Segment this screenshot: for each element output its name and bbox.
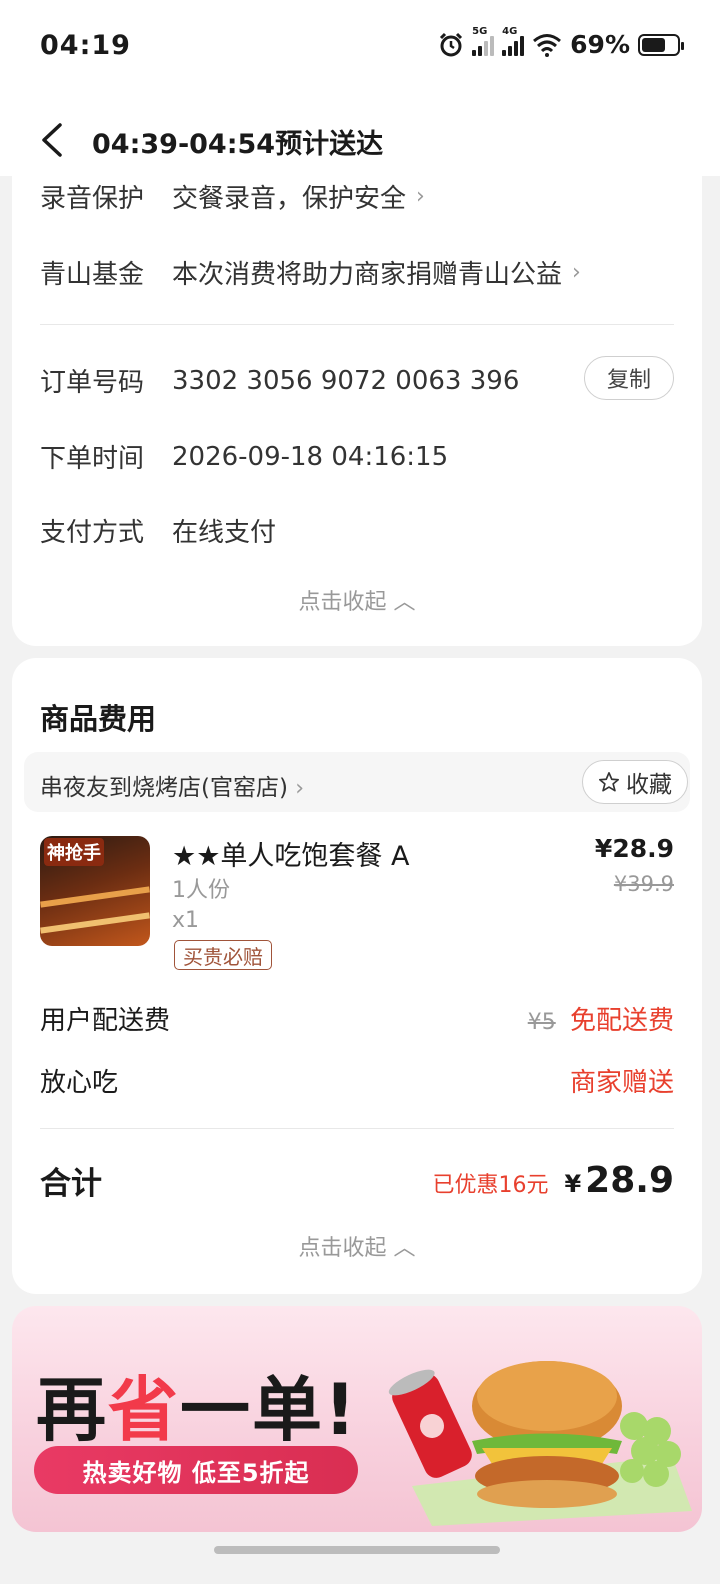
total-row: 合计 已优惠16元 ¥28.9 bbox=[40, 1158, 674, 1203]
order-number-value: 3302 3056 9072 0063 396 bbox=[172, 365, 520, 396]
headline-highlight: 省 bbox=[108, 1369, 180, 1451]
order-time-value: 2026-09-18 04:16:15 bbox=[172, 441, 449, 472]
order-row-key: 订单号码 bbox=[40, 368, 145, 398]
item-quantity: x1 bbox=[172, 908, 200, 933]
shop-name-link[interactable]: 串夜友到烧烤店(官窑店) › bbox=[40, 768, 304, 802]
safe-eat-row: 放心吃 商家赠送 bbox=[40, 1062, 674, 1099]
order-row-value: 本次消费将助力商家捐赠青山公益 bbox=[172, 260, 563, 290]
item-price-original: ¥39.9 bbox=[613, 872, 674, 896]
burger-illustration bbox=[388, 1361, 692, 1526]
payment-method-value: 在线支付 bbox=[172, 518, 277, 548]
headline-part: 一单! bbox=[180, 1369, 358, 1451]
order-row-recording[interactable]: 录音保护 交餐录音，保护安全 › bbox=[40, 178, 674, 215]
divider bbox=[40, 324, 674, 325]
fee-original: ¥5 bbox=[527, 1010, 556, 1035]
fee-label: 用户配送费 bbox=[40, 1006, 171, 1036]
fee-value: 免配送费 bbox=[569, 1006, 674, 1036]
status-icons: 5G 4G 69% bbox=[438, 26, 684, 59]
collapse-label: 点击收起 bbox=[298, 1236, 387, 1261]
order-row-key: 录音保护 bbox=[40, 184, 145, 214]
banner-headline: 再省一单! bbox=[36, 1354, 358, 1455]
chevron-right-icon: › bbox=[572, 260, 581, 285]
order-row-key: 青山基金 bbox=[40, 260, 145, 290]
chevron-up-icon: ︿ bbox=[393, 590, 416, 615]
item-thumbnail[interactable]: 神抢手 bbox=[40, 836, 150, 946]
order-row-key: 下单时间 bbox=[40, 444, 145, 474]
order-row-key: 支付方式 bbox=[40, 518, 145, 548]
order-row-number: 订单号码 3302 3056 9072 0063 396 bbox=[40, 362, 674, 399]
home-indicator[interactable] bbox=[214, 1546, 500, 1554]
shop-bar: 串夜友到烧烤店(官窑店) › 收藏 bbox=[24, 752, 690, 812]
page-title: 04:39-04:54预计送达 bbox=[92, 129, 384, 160]
fee-value: 商家赠送 bbox=[569, 1068, 674, 1098]
order-row-value: 交餐录音，保护安全 bbox=[172, 184, 407, 214]
total-discount: 已优惠16元 bbox=[432, 1173, 549, 1198]
goods-card: 商品费用 串夜友到烧烤店(官窑店) › 收藏 神抢手 ★★单人吃饱套餐 A 1人… bbox=[12, 658, 702, 1294]
chevron-right-icon: › bbox=[295, 776, 305, 801]
back-chevron-icon[interactable] bbox=[38, 122, 68, 158]
delivery-fee-row: 用户配送费 ¥5 免配送费 bbox=[40, 1000, 674, 1037]
nav-bar: 04:39-04:54预计送达 bbox=[0, 96, 720, 176]
promo-banner[interactable]: 再省一单! 热卖好物 低至5折起 bbox=[12, 1306, 702, 1532]
status-bar: 04:19 5G 4G 69% bbox=[0, 0, 720, 96]
signal-4g-icon: 4G bbox=[502, 26, 525, 56]
order-info-card: 录音保护 交餐录音，保护安全 › 青山基金 本次消费将助力商家捐赠青山公益 › 订单… bbox=[12, 150, 702, 646]
item-price: ¥28.9 bbox=[594, 834, 674, 863]
headline-part: 再 bbox=[36, 1369, 108, 1451]
signal-5g-label: 5G bbox=[472, 25, 488, 37]
total-label: 合计 bbox=[40, 1166, 102, 1202]
status-time: 04:19 bbox=[40, 30, 131, 61]
chevron-right-icon: › bbox=[416, 184, 425, 209]
star-outline-icon bbox=[599, 772, 619, 792]
item-name[interactable]: ★★单人吃饱套餐 A bbox=[172, 834, 409, 873]
section-title: 商品费用 bbox=[40, 702, 157, 736]
order-row-fund[interactable]: 青山基金 本次消费将助力商家捐赠青山公益 › bbox=[40, 254, 674, 291]
signal-4g-label: 4G bbox=[502, 25, 518, 37]
order-row-payment: 支付方式 在线支付 bbox=[40, 512, 674, 549]
favorite-label: 收藏 bbox=[626, 772, 672, 798]
divider bbox=[40, 1128, 674, 1129]
copy-button[interactable]: 复制 bbox=[584, 356, 674, 400]
fee-label: 放心吃 bbox=[40, 1068, 119, 1098]
wifi-icon bbox=[533, 33, 562, 57]
thumb-tag: 神抢手 bbox=[44, 838, 104, 866]
price-guarantee-badge: 买贵必赔 bbox=[174, 940, 272, 970]
battery-icon bbox=[638, 33, 684, 56]
total-amount-wrap: ¥28.9 bbox=[564, 1160, 674, 1201]
total-amount: 28.9 bbox=[585, 1160, 674, 1201]
banner-pill[interactable]: 热卖好物 低至5折起 bbox=[34, 1446, 358, 1494]
favorite-button[interactable]: 收藏 bbox=[582, 760, 688, 804]
collapse-toggle[interactable]: 点击收起 ︿ bbox=[12, 1230, 702, 1262]
chevron-up-icon: ︿ bbox=[393, 1236, 416, 1261]
shop-name: 串夜友到烧烤店(官窑店) bbox=[40, 775, 288, 801]
item-spec: 1人份 bbox=[172, 878, 230, 903]
battery-percent: 69% bbox=[570, 30, 630, 59]
collapse-label: 点击收起 bbox=[298, 590, 387, 615]
currency-symbol: ¥ bbox=[564, 1170, 582, 1198]
order-row-time: 下单时间 2026-09-18 04:16:15 bbox=[40, 438, 674, 475]
alarm-icon bbox=[440, 32, 463, 56]
collapse-toggle[interactable]: 点击收起 ︿ bbox=[12, 584, 702, 616]
signal-5g-icon: 5G bbox=[472, 26, 495, 56]
